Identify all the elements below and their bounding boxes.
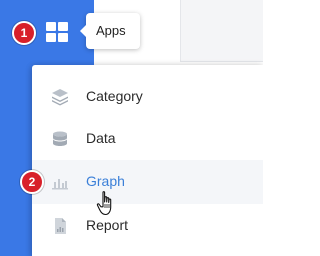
layers-icon — [50, 87, 70, 107]
menu-item-label: Category — [86, 88, 143, 104]
top-bar-area — [180, 0, 263, 62]
menu-item-label: Report — [86, 217, 129, 233]
apps-grid-icon[interactable] — [46, 22, 68, 42]
menu-item-label: Graph — [86, 173, 125, 189]
apps-tooltip: Apps — [80, 13, 140, 49]
menu-item-graph[interactable]: Graph — [32, 160, 263, 204]
apps-tooltip-label: Apps — [96, 23, 126, 38]
bar-chart-icon — [50, 172, 70, 192]
menu-item-report[interactable]: Report — [32, 204, 263, 248]
hand-pointer-cursor-icon — [96, 190, 118, 218]
document-icon — [50, 216, 70, 236]
screenshot-stage: Apps 1 Category Data Graph Report 2 — [0, 0, 263, 256]
step-marker-1: 1 — [12, 21, 36, 45]
apps-dropdown-menu: Category Data Graph Report — [32, 65, 263, 256]
menu-item-data[interactable]: Data — [32, 117, 263, 161]
step-marker-2: 2 — [20, 170, 44, 194]
database-icon — [50, 129, 70, 149]
menu-item-label: Data — [86, 130, 116, 146]
menu-item-category[interactable]: Category — [32, 75, 263, 119]
